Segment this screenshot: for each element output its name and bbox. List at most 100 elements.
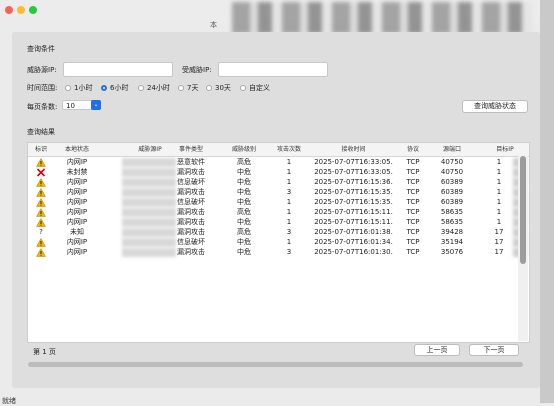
cell-count: 1 [286, 158, 292, 166]
warning-icon [36, 157, 46, 167]
page-indicator: 第 1 页 [33, 348, 56, 356]
cell-port: 60389 [440, 178, 464, 186]
cell-event: 恶意软件 [177, 158, 205, 166]
cell-count: 1 [286, 238, 292, 246]
table-row[interactable]: 内网IP 恶意软件 高危 1 2025-07-07T16:33:05. TCP 40750 1 [28, 157, 529, 167]
cell-proto: TCP [406, 228, 420, 236]
zoom-window-button[interactable] [29, 6, 37, 14]
cell-level: 高危 [237, 158, 251, 166]
cell-port: 39428 [440, 228, 464, 236]
cell-local: 未封禁 [66, 168, 88, 176]
cell-time: 2025-07-07T16:01:38. [314, 228, 393, 236]
cell-count: 1 [286, 168, 292, 176]
column-header[interactable]: 标识 [28, 143, 54, 156]
column-header[interactable]: 源端口 [425, 143, 479, 156]
time-option-30d[interactable]: 30天 [206, 83, 231, 93]
cell-local: 内网IP [66, 218, 88, 226]
warning-icon [36, 207, 46, 217]
cell-port: 35076 [440, 248, 464, 256]
close-window-button[interactable] [5, 6, 13, 14]
cell-count: 1 [286, 178, 292, 186]
time-option-6h[interactable]: 6小时 [101, 83, 128, 93]
cell-time: 2025-07-07T16:33:05. [314, 168, 393, 176]
cell-time: 2025-07-07T16:33:05. [314, 158, 393, 166]
column-header[interactable]: 目标IP [479, 143, 529, 156]
question-icon: ? [39, 228, 43, 236]
cell-level: 高危 [237, 208, 251, 216]
column-header[interactable]: 攻击次数 [272, 143, 306, 156]
cell-count: 1 [286, 208, 292, 216]
table-row[interactable]: 内网IP 信息破坏 中危 1 2025-07-07T16:01:34. TCP 35194 1… [28, 237, 529, 247]
time-option-24h[interactable]: 24小时 [138, 83, 170, 93]
radio-button[interactable] [240, 85, 246, 91]
warning-icon [36, 197, 46, 207]
time-option-7d[interactable]: 7天 [178, 83, 198, 93]
source-ip-input[interactable] [63, 62, 173, 77]
cell-port: 40750 [440, 168, 464, 176]
chevron-down-icon[interactable]: ⌄ [91, 100, 101, 110]
column-header[interactable]: 威胁级别 [216, 143, 272, 156]
time-option-custom[interactable]: 自定义 [240, 83, 270, 93]
cell-proto: TCP [406, 198, 420, 206]
column-header[interactable]: 协议 [401, 143, 425, 156]
warning-icon [36, 237, 46, 247]
radio-button[interactable] [206, 85, 212, 91]
prev-page-button[interactable]: 上一页 [414, 344, 460, 356]
cell-event: 漏洞攻击 [177, 228, 205, 236]
cell-local: 内网IP [66, 178, 88, 186]
cell-local: 内网IP [66, 238, 88, 246]
cell-proto: TCP [406, 218, 420, 226]
cell-port: 40750 [440, 158, 464, 166]
cell-level: 高危 [237, 228, 251, 236]
next-page-button[interactable]: 下一页 [469, 344, 519, 356]
cell-port: 60389 [440, 198, 464, 206]
source-ip-label: 威胁源IP: [27, 66, 57, 74]
warning-icon [36, 187, 46, 197]
minimize-window-button[interactable] [17, 6, 25, 14]
cell-time: 2025-07-07T16:15:11. [314, 218, 393, 226]
results-section-label: 查询结果 [27, 128, 55, 136]
window-edge [540, 0, 554, 403]
radio-button-selected[interactable] [101, 85, 107, 91]
cell-port: 58635 [440, 218, 464, 226]
cell-local: 内网IP [66, 188, 88, 196]
table-row[interactable]: ? 未知 漏洞攻击 高危 3 2025-07-07T16:01:38. TCP 39428 17 [28, 228, 529, 237]
time-option-1h[interactable]: 1小时 [65, 83, 92, 93]
warning-icon [36, 217, 46, 227]
target-ip-input[interactable] [218, 62, 328, 77]
cell-proto: TCP [406, 158, 420, 166]
table-row[interactable]: 内网IP 信息破坏 中危 1 2025-07-07T16:15:36. TCP 60389 1 [28, 177, 529, 187]
target-ip-label: 受威胁IP: [182, 66, 212, 74]
table-row[interactable]: 未封禁 漏洞攻击 中危 1 2025-07-07T16:33:05. TCP 40750 1 [28, 168, 529, 177]
column-header[interactable]: 事件类型 [166, 143, 216, 156]
cell-event: 漏洞攻击 [177, 168, 205, 176]
warning-icon [36, 177, 46, 187]
table-row[interactable]: 内网IP 漏洞攻击 高危 1 2025-07-07T16:15:11. TCP 58635 1 [28, 207, 529, 217]
status-bar-text: 就绪 [2, 397, 16, 405]
cell-event: 信息破坏 [177, 238, 205, 246]
cell-port: 58635 [440, 208, 464, 216]
cell-count: 3 [286, 248, 292, 256]
cell-count: 3 [286, 188, 292, 196]
cell-count: 1 [286, 198, 292, 206]
radio-button[interactable] [65, 85, 71, 91]
cell-level: 中危 [237, 238, 251, 246]
column-header[interactable]: 本地状态 [54, 143, 100, 156]
table-row[interactable]: 内网IP 漏洞攻击 中危 3 2025-07-07T16:15:35. TCP 60389 1 [28, 187, 529, 197]
query-threat-status-button[interactable]: 查询威胁状态 [462, 100, 528, 113]
table-row[interactable]: 内网IP 信息破坏 中危 1 2025-07-07T16:15:35. TCP 60389 1 [28, 197, 529, 207]
vertical-scrollbar-thumb[interactable] [520, 156, 526, 264]
table-row[interactable]: 内网IP 漏洞攻击 中危 3 2025-07-07T16:01:30. TCP 35076 1… [28, 247, 529, 257]
cell-proto: TCP [406, 178, 420, 186]
radio-button[interactable] [178, 85, 184, 91]
cell-time: 2025-07-07T16:01:30. [314, 248, 393, 256]
cell-time: 2025-07-07T16:15:36. [314, 178, 393, 186]
time-range-label: 时间范围: [27, 84, 58, 92]
cell-count: 1 [286, 218, 292, 226]
table-row[interactable]: 内网IP 漏洞攻击 中危 1 2025-07-07T16:15:11. TCP 58635 1 [28, 217, 529, 227]
column-header[interactable]: 接收时间 [306, 143, 401, 156]
radio-button[interactable] [138, 85, 144, 91]
cell-level: 中危 [237, 198, 251, 206]
horizontal-scrollbar[interactable] [28, 362, 523, 367]
cell-level: 中危 [237, 218, 251, 226]
